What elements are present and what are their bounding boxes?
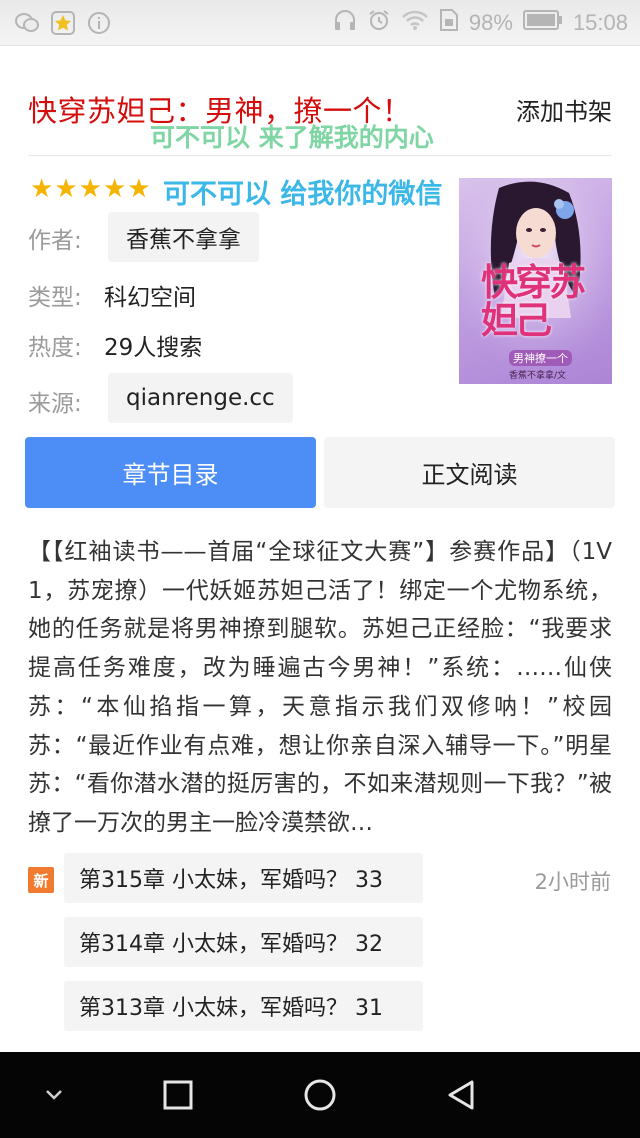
book-detail-page: 快穿苏妲己：男神，撩一个！ 添加书架 ★ ★ ★ ★ ★ 作者: 香蕉不拿拿 类… xyxy=(0,66,640,1052)
update-time: 2小时前 xyxy=(534,870,611,894)
genre-label: 类型: xyxy=(28,285,82,311)
back-icon[interactable] xyxy=(430,1052,494,1138)
heat-label: 热度: xyxy=(28,335,82,361)
navigation-bar xyxy=(0,1052,640,1138)
battery-icon xyxy=(522,9,563,37)
wifi-icon xyxy=(401,9,429,37)
genre-value: 科幻空间 xyxy=(104,285,196,311)
chapter-item[interactable]: 第315章 小太妹，军婚吗？ 33 xyxy=(64,853,423,903)
chapter-item[interactable]: 第313章 小太妹，军婚吗？ 31 xyxy=(64,981,423,1031)
add-to-shelf-button[interactable]: 添加书架 xyxy=(516,92,612,127)
chapter-item[interactable]: 第314章 小太妹，军婚吗？ 32 xyxy=(64,917,423,967)
book-cover[interactable]: 快穿苏妲己 男神撩一个 香蕉不拿拿/文 xyxy=(459,178,612,384)
status-right-icons: 98% 15:08 xyxy=(333,8,628,38)
battery-percent: 98% xyxy=(468,10,513,35)
source-chip[interactable]: qianrenge.cc xyxy=(108,373,293,423)
clock: 15:08 xyxy=(572,10,628,35)
status-left-icons xyxy=(14,10,112,36)
home-icon[interactable] xyxy=(288,1052,352,1138)
star-icon: ★ xyxy=(54,174,78,204)
start-reading-button[interactable]: 正文阅读 xyxy=(324,437,615,508)
favorite-icon xyxy=(50,10,76,36)
headphones-icon xyxy=(333,8,357,38)
info-icon xyxy=(86,10,112,36)
recents-icon[interactable] xyxy=(146,1052,210,1138)
alarm-icon xyxy=(367,8,391,38)
source-label: 来源: xyxy=(28,391,82,417)
rating-stars: ★ ★ ★ ★ ★ xyxy=(30,174,151,204)
star-icon: ★ xyxy=(102,174,127,204)
author-label: 作者: xyxy=(28,228,82,254)
status-bar: 98% 15:08 xyxy=(0,0,640,46)
cover-title-art: 快穿苏妲己 xyxy=(481,261,586,342)
star-icon: ★ xyxy=(30,174,54,204)
star-icon: ★ xyxy=(78,174,102,204)
wechat-icon xyxy=(14,10,40,36)
author-chip[interactable]: 香蕉不拿拿 xyxy=(108,212,259,262)
book-description: 【【红袖读书——首届“全球征文大赛”】参赛作品】（1V1，苏宠撩）一代妖姬苏妲己… xyxy=(28,539,612,836)
overlay-text-2: 可不可以 给我你的微信 xyxy=(163,179,443,210)
table-of-contents-button[interactable]: 章节目录 xyxy=(25,437,316,508)
overlay-text-1: 可不可以 来了解我的内心 xyxy=(150,123,434,152)
new-badge: 新 xyxy=(28,867,54,893)
heat-value: 29人搜索 xyxy=(104,335,203,361)
sim-icon xyxy=(439,8,459,38)
hide-keyboard-icon[interactable] xyxy=(22,1052,86,1138)
cover-subtitle: 男神撩一个 xyxy=(509,350,572,366)
title-divider xyxy=(28,155,612,156)
cover-author: 香蕉不拿拿/文 xyxy=(509,371,567,381)
star-icon: ★ xyxy=(127,174,151,204)
